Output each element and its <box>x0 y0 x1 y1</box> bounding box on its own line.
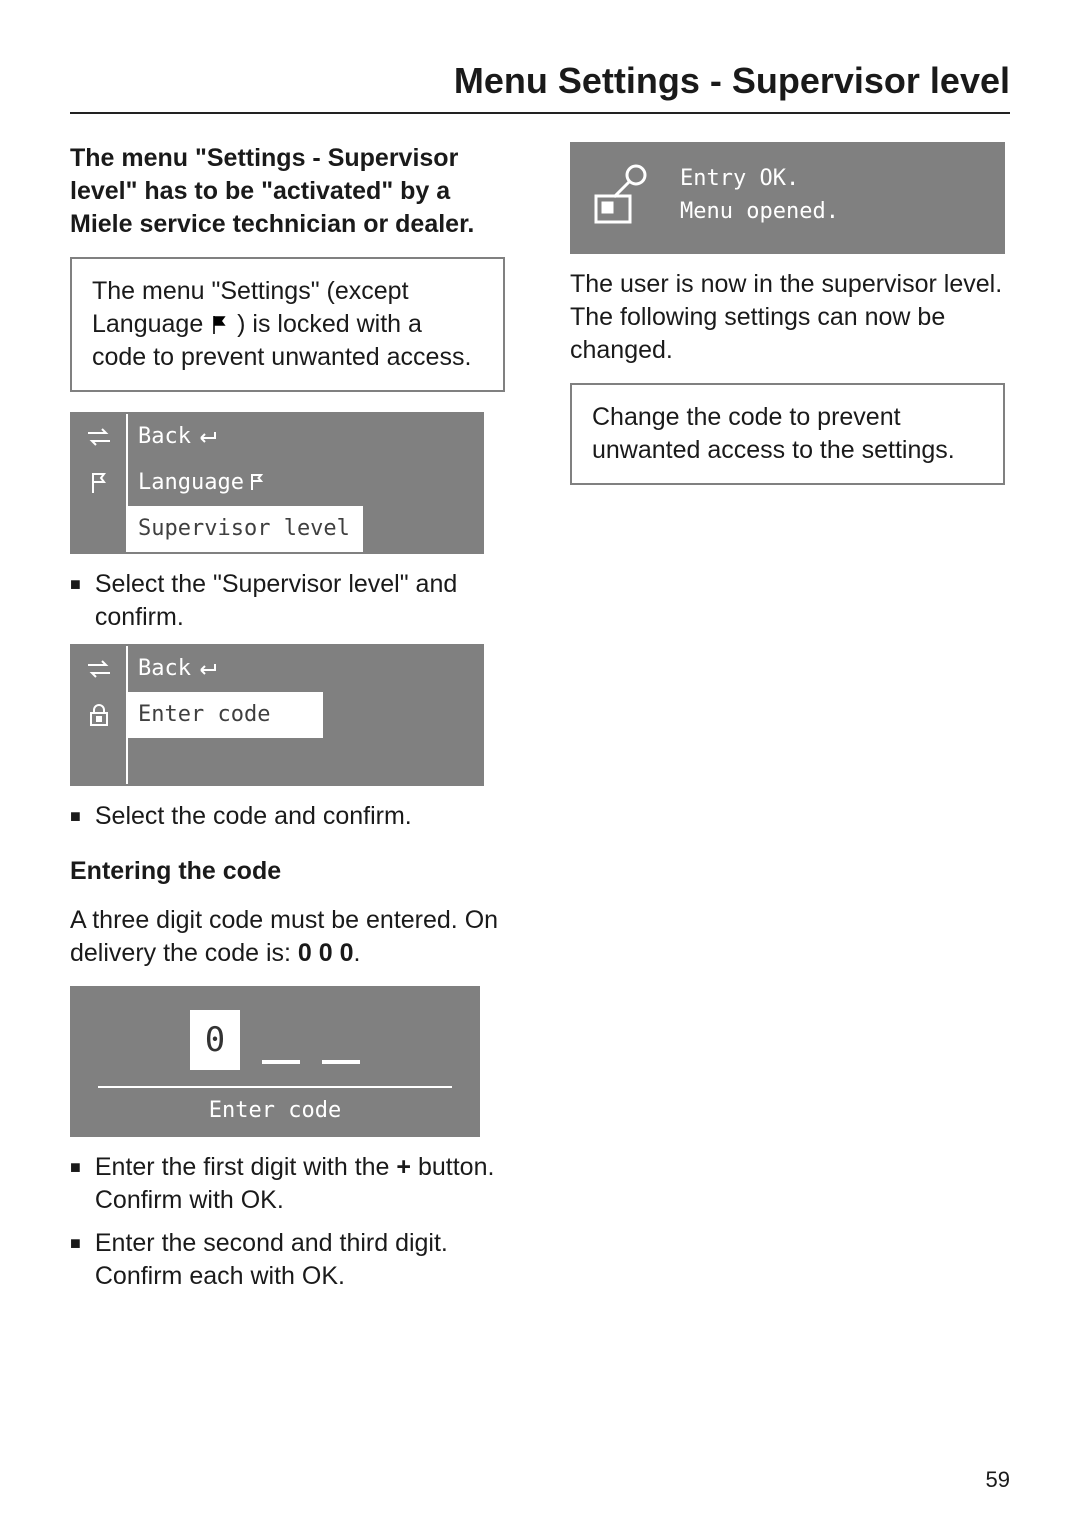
bullet-icon: ■ <box>70 568 81 634</box>
plus-symbol: + <box>396 1153 411 1181</box>
entry-ok-line1: Entry OK. <box>680 162 839 195</box>
code-divider <box>98 1086 452 1088</box>
lock-icon <box>72 692 128 738</box>
step-next-digits: Enter the second and third digit. Confir… <box>95 1227 505 1293</box>
page-title: Menu Settings - Supervisor level <box>70 60 1010 102</box>
flag-icon <box>250 472 264 494</box>
code-digit-1: 0 <box>190 1010 240 1070</box>
right-column: Entry OK. Menu opened. The user is now i… <box>570 142 1005 1303</box>
code-intro-a: A three digit code must be entered. On d… <box>70 906 498 967</box>
default-code: 0 0 0 <box>298 939 354 967</box>
code-slot-2 <box>262 1060 300 1064</box>
code-slot-3 <box>322 1060 360 1064</box>
entering-code-heading: Entering the code <box>70 855 505 888</box>
supervisor-reached: The user is now in the supervisor level.… <box>570 268 1005 367</box>
lcd-code-entry: 0 Enter code <box>70 986 480 1137</box>
code-intro: A three digit code must be entered. On d… <box>70 904 505 970</box>
step-code-confirm: Select the code and confirm. <box>95 800 505 833</box>
flag-icon <box>212 310 228 328</box>
flag-icon <box>72 460 128 506</box>
lcd-back-label: Back <box>138 658 191 680</box>
return-icon <box>197 426 217 448</box>
step-supervisor-confirm: Select the "Supervisor level" and confir… <box>95 568 505 634</box>
lcd-back-label: Back <box>138 426 191 448</box>
code-intro-b: . <box>354 939 361 967</box>
return-icon <box>197 658 217 680</box>
blank-icon <box>72 506 128 552</box>
arrows-icon <box>72 646 128 692</box>
step-first-digit: Enter the first digit with the + button.… <box>95 1151 505 1217</box>
lcd-enter-code-menu: Back <box>70 644 484 786</box>
blank-icon <box>72 738 128 784</box>
lcd-supervisor-selected: Supervisor level <box>128 506 363 552</box>
entry-ok-line2: Menu opened. <box>680 195 839 228</box>
page-number: 59 <box>986 1467 1010 1493</box>
note-box-language-lock: The menu "Settings" (except Language ) i… <box>70 257 505 392</box>
note-change-code: Change the code to prevent unwanted acce… <box>570 383 1005 485</box>
code-caption: Enter code <box>70 1096 480 1129</box>
lcd-entry-ok: Entry OK. Menu opened. <box>570 142 1005 254</box>
left-column: The menu "Settings - Supervisor level" h… <box>70 142 505 1303</box>
lcd-language-label: Language <box>138 472 244 494</box>
lcd-settings-menu: Back Languag <box>70 412 484 554</box>
bullet-icon: ■ <box>70 1227 81 1293</box>
key-screen-icon <box>588 160 658 230</box>
bullet-icon: ■ <box>70 1151 81 1217</box>
lcd-enter-code-selected: Enter code <box>128 692 323 738</box>
title-rule <box>70 112 1010 114</box>
arrows-icon <box>72 414 128 460</box>
intro-bold: The menu "Settings - Supervisor level" h… <box>70 142 505 241</box>
bullet-icon: ■ <box>70 800 81 833</box>
